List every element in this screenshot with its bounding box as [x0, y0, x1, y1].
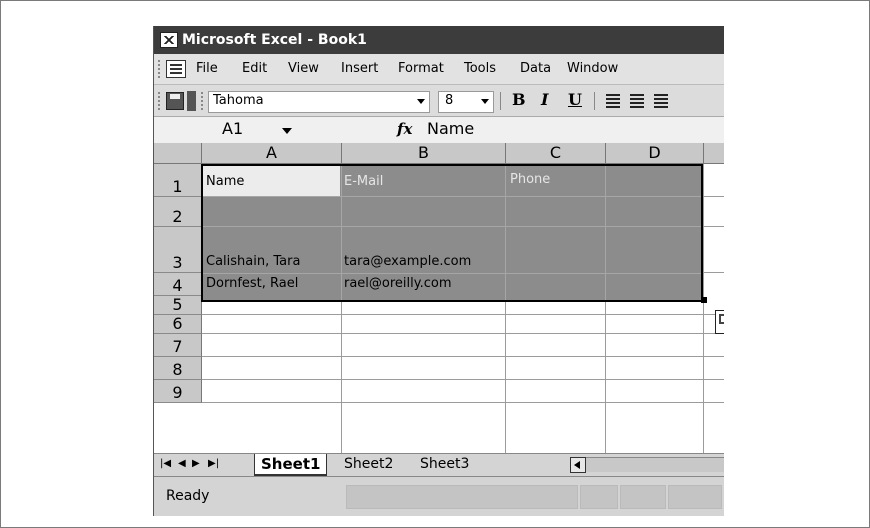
- worksheet-grid[interactable]: A B C D 1 2 3 4 5 6 7 8 9 Name E-Mail Ph…: [154, 143, 724, 454]
- fill-handle[interactable]: [701, 297, 707, 303]
- menu-grip-handle[interactable]: [158, 60, 163, 78]
- cell-b1[interactable]: E-Mail: [344, 174, 383, 189]
- chevron-down-icon[interactable]: [417, 99, 425, 104]
- font-size-select[interactable]: 8: [438, 91, 494, 113]
- prev-sheet-icon[interactable]: ◀: [178, 458, 186, 469]
- gridline: [203, 226, 701, 227]
- toolbar-divider: [500, 92, 501, 110]
- row-header-7[interactable]: 7: [154, 334, 202, 357]
- excel-app-icon[interactable]: [160, 32, 178, 48]
- gridline: [202, 333, 724, 334]
- scroll-left-icon[interactable]: [570, 457, 586, 473]
- gridline: [505, 166, 506, 300]
- status-panel: [668, 485, 722, 509]
- tab-sheet3[interactable]: Sheet3: [420, 454, 469, 474]
- toolbar-grip-handle[interactable]: [158, 92, 160, 110]
- insert-function-icon[interactable]: fx: [397, 120, 412, 138]
- gridline: [202, 314, 724, 315]
- menu-format[interactable]: Format: [398, 54, 444, 84]
- cell-b3[interactable]: tara@example.com: [344, 254, 471, 269]
- toolbar-grip-handle-2[interactable]: [201, 92, 203, 110]
- tab-sheet1[interactable]: Sheet1: [254, 454, 328, 476]
- last-sheet-icon[interactable]: ▶|: [208, 458, 219, 469]
- menu-file[interactable]: File: [196, 54, 218, 84]
- menu-data[interactable]: Data: [520, 54, 551, 84]
- row-header-9[interactable]: 9: [154, 380, 202, 403]
- column-header-b[interactable]: B: [342, 143, 506, 164]
- row-header-3[interactable]: 3: [154, 227, 202, 273]
- menu-view[interactable]: View: [288, 54, 319, 84]
- gridline: [703, 196, 724, 197]
- row-header-2[interactable]: 2: [154, 197, 202, 227]
- gridline: [341, 166, 342, 300]
- row-header-8[interactable]: 8: [154, 357, 202, 380]
- column-header-a[interactable]: A: [202, 143, 342, 164]
- gridline: [202, 379, 724, 380]
- next-sheet-icon[interactable]: ▶: [192, 458, 200, 469]
- chevron-down-icon[interactable]: [481, 99, 489, 104]
- align-left-icon[interactable]: [606, 94, 620, 96]
- menu-edit[interactable]: Edit: [242, 54, 267, 84]
- bold-button[interactable]: B: [512, 90, 526, 109]
- row-header-4[interactable]: 4: [154, 273, 202, 296]
- window-title: Microsoft Excel - Book1: [182, 32, 367, 48]
- menu-insert[interactable]: Insert: [341, 54, 378, 84]
- gridline: [703, 164, 704, 454]
- formula-bar: A1 fx Name: [154, 116, 724, 144]
- gridline: [203, 273, 701, 274]
- gridline: [703, 272, 724, 273]
- menu-window[interactable]: Window: [567, 54, 618, 84]
- cell-a1[interactable]: Name: [206, 174, 244, 189]
- cell-c1[interactable]: Phone: [510, 172, 550, 187]
- status-panel: [580, 485, 618, 509]
- title-bar: Microsoft Excel - Book1: [154, 26, 724, 54]
- row-header-1[interactable]: 1: [154, 164, 202, 197]
- gridline: [703, 226, 724, 227]
- row-header-5[interactable]: 5: [154, 295, 202, 315]
- status-panel: [346, 485, 578, 509]
- status-text: Ready: [166, 488, 210, 504]
- column-header-c[interactable]: C: [506, 143, 606, 164]
- column-header-e[interactable]: [704, 143, 724, 164]
- menu-tools[interactable]: Tools: [464, 54, 496, 84]
- formatting-toolbar: Tahoma 8 B I U: [154, 84, 724, 117]
- gridline: [202, 356, 724, 357]
- menu-bar: File Edit View Insert Format Tools Data …: [154, 54, 724, 84]
- save-icon[interactable]: [166, 92, 184, 110]
- gridline: [203, 196, 701, 197]
- tab-sheet2[interactable]: Sheet2: [344, 454, 393, 474]
- first-sheet-icon[interactable]: |◀: [160, 458, 171, 469]
- cell-b4[interactable]: rael@oreilly.com: [344, 276, 452, 291]
- name-box[interactable]: A1: [154, 117, 306, 143]
- font-name-select[interactable]: Tahoma: [208, 91, 430, 113]
- italic-button[interactable]: I: [541, 90, 548, 109]
- font-name-value: Tahoma: [213, 93, 264, 108]
- chevron-down-icon[interactable]: [282, 128, 292, 134]
- excel-window: Microsoft Excel - Book1 File Edit View I…: [153, 26, 724, 516]
- font-size-value: 8: [445, 93, 454, 108]
- name-box-value: A1: [222, 119, 244, 138]
- align-center-icon[interactable]: [630, 94, 644, 96]
- gridline: [605, 166, 606, 300]
- sheet-tabs-bar: |◀ ◀ ▶ ▶| Sheet1 Sheet2 Sheet3: [154, 453, 724, 476]
- status-bar: Ready: [154, 476, 724, 516]
- align-right-icon[interactable]: [654, 94, 668, 96]
- document-icon[interactable]: [166, 60, 186, 78]
- gridline: [202, 402, 724, 403]
- row-header-6[interactable]: 6: [154, 314, 202, 334]
- horizontal-scrollbar[interactable]: [586, 457, 724, 472]
- formula-input[interactable]: Name: [427, 119, 474, 138]
- underline-button[interactable]: U: [568, 90, 582, 109]
- status-panel: [620, 485, 666, 509]
- paste-options-icon[interactable]: [715, 310, 724, 334]
- cell-a4[interactable]: Dornfest, Rael: [206, 276, 298, 291]
- toolbar-options-icon[interactable]: [187, 91, 196, 111]
- cell-a3[interactable]: Calishain, Tara: [206, 254, 300, 269]
- column-header-d[interactable]: D: [606, 143, 704, 164]
- toolbar-divider: [594, 92, 595, 110]
- select-all-corner[interactable]: [154, 143, 202, 164]
